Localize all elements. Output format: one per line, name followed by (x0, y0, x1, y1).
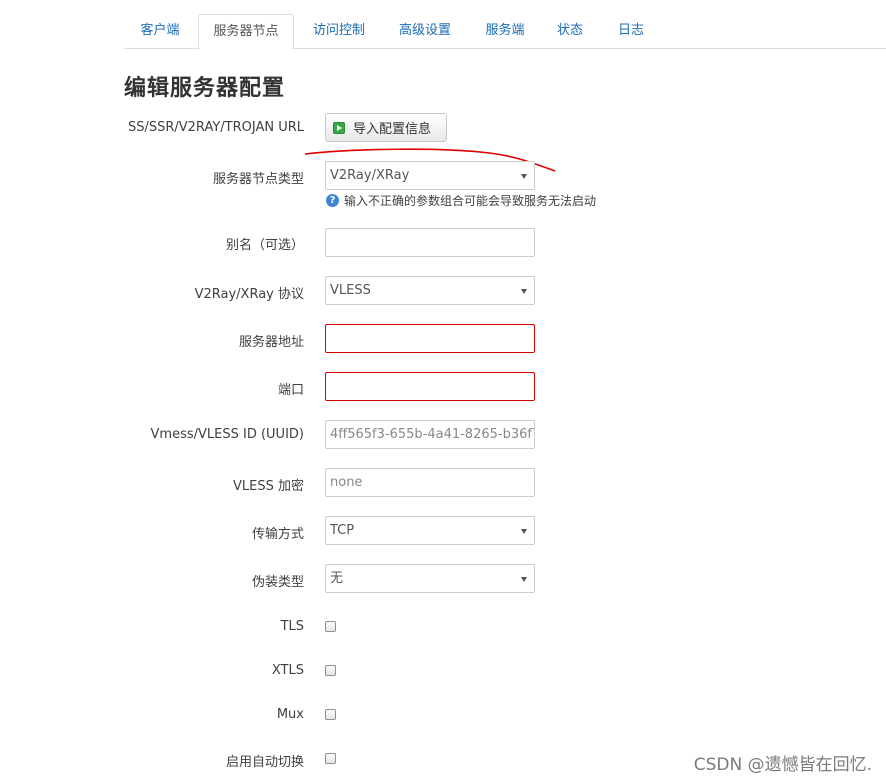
node-type-hint-text: 输入不正确的参数组合可能会导致服务无法启动 (344, 194, 597, 208)
chevron-down-icon (521, 577, 527, 582)
tls-label: TLS (280, 619, 304, 634)
protocol-value: VLESS (330, 283, 371, 298)
node-type-select[interactable]: V2Ray/XRay (325, 161, 535, 190)
alias-input[interactable] (325, 228, 535, 257)
transport-value: TCP (330, 523, 355, 538)
tab-client[interactable]: 客户端 (124, 14, 196, 49)
chevron-down-icon (521, 529, 527, 534)
import-icon (333, 121, 345, 134)
transport-label: 传输方式 (251, 527, 304, 542)
xtls-checkbox[interactable] (325, 665, 336, 676)
node-type-hint: ? 输入不正确的参数组合可能会导致服务无法启动 (326, 192, 596, 209)
vless-encryption-label: VLESS 加密 (233, 479, 304, 494)
protocol-select[interactable]: VLESS (325, 276, 535, 305)
xtls-label: XTLS (271, 663, 304, 678)
import-url-label: SS/SSR/V2RAY/TROJAN URL (127, 120, 304, 135)
server-address-label: 服务器地址 (238, 335, 304, 350)
transport-select[interactable]: TCP (325, 516, 535, 545)
uuid-label: Vmess/VLESS ID (UUID) (150, 427, 304, 442)
tab-advanced-settings[interactable]: 高级设置 (382, 14, 468, 49)
node-type-value: V2Ray/XRay (330, 168, 410, 183)
help-icon: ? (326, 194, 339, 207)
mux-label: Mux (276, 707, 304, 722)
auto-switch-label: 启用自动切换 (225, 755, 304, 770)
port-label: 端口 (277, 383, 304, 398)
auto-switch-checkbox[interactable] (325, 753, 336, 764)
tab-server-nodes[interactable]: 服务器节点 (198, 14, 294, 50)
tls-checkbox[interactable] (325, 621, 336, 632)
camouflage-label: 伪装类型 (251, 575, 304, 590)
import-config-button[interactable]: 导入配置信息 (325, 113, 447, 142)
uuid-input[interactable]: 4ff565f3-655b-4a41-8265-b36f7ae9 (325, 420, 535, 449)
watermark: CSDN @遗憾皆在回忆. (693, 755, 872, 775)
chevron-down-icon (521, 289, 527, 294)
tab-access-control[interactable]: 访问控制 (296, 14, 382, 49)
tab-log[interactable]: 日志 (604, 14, 658, 49)
tab-bar: 客户端 服务器节点 访问控制 高级设置 服务端 状态 日志 (124, 14, 886, 50)
chevron-down-icon (521, 174, 527, 179)
camouflage-select[interactable]: 无 (325, 564, 535, 593)
protocol-label: V2Ray/XRay 协议 (194, 287, 304, 302)
camouflage-value: 无 (330, 571, 344, 586)
vless-encryption-input[interactable]: none (325, 468, 535, 497)
mux-checkbox[interactable] (325, 709, 336, 720)
tab-status[interactable]: 状态 (544, 14, 596, 49)
alias-label: 别名（可选） (225, 238, 304, 253)
port-input[interactable] (325, 372, 535, 401)
import-config-button-label: 导入配置信息 (353, 122, 432, 137)
page-title: 编辑服务器配置 (124, 76, 286, 101)
node-type-label: 服务器节点类型 (212, 172, 304, 187)
server-address-input[interactable] (325, 324, 535, 353)
tab-server[interactable]: 服务端 (470, 14, 540, 49)
